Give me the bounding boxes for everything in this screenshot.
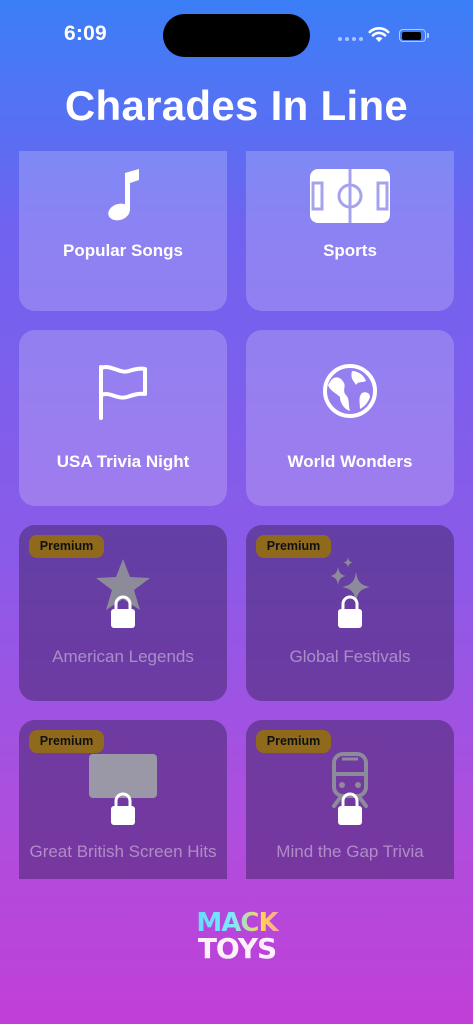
lock-icon [111, 792, 135, 825]
category-label: Mind the Gap Trivia [276, 842, 424, 861]
lock-icon [111, 595, 135, 628]
lock-icon [338, 595, 362, 628]
battery-icon [399, 29, 429, 42]
category-label: Sports [323, 241, 377, 260]
category-card-great-british-screen-hits[interactable]: Premium Great British Screen Hits [19, 720, 227, 879]
category-card-mind-the-gap-trivia[interactable]: Premium Mind the Gap Trivia [246, 720, 454, 879]
page-title: Charades In Line [64, 82, 409, 129]
category-label: Global Festivals [289, 647, 411, 666]
mack-toys-logo: MACK TOYS [186, 910, 288, 970]
flag-icon [19, 364, 227, 420]
dynamic-island [163, 14, 310, 57]
category-grid[interactable]: Popular Songs Sports USA Trivia Night Wo… [19, 151, 454, 879]
category-label: Popular Songs [63, 241, 183, 260]
music-note-icon [19, 167, 227, 223]
premium-badge: Premium [29, 535, 104, 558]
category-label: USA Trivia Night [56, 452, 190, 471]
category-card-sports[interactable]: Sports [246, 151, 454, 311]
premium-badge: Premium [256, 535, 331, 558]
brand-logo-line2: TOYS [197, 932, 277, 965]
lock-icon [338, 792, 362, 825]
globe-icon [246, 363, 454, 419]
status-time: 6:09 [64, 22, 107, 45]
cellular-signal-icon [338, 37, 363, 41]
category-card-popular-songs[interactable]: Popular Songs [19, 151, 227, 311]
category-label: American Legends [52, 647, 194, 666]
wifi-icon [368, 27, 390, 42]
category-card-american-legends[interactable]: Premium American Legends [19, 525, 227, 701]
category-card-usa-trivia-night[interactable]: USA Trivia Night [19, 330, 227, 506]
premium-badge: Premium [29, 730, 104, 753]
category-label: Great British Screen Hits [29, 842, 217, 861]
category-card-world-wonders[interactable]: World Wonders [246, 330, 454, 506]
status-bar: 6:09 [0, 0, 473, 72]
category-label: World Wonders [287, 452, 413, 471]
soccer-field-icon [246, 169, 454, 223]
category-card-global-festivals[interactable]: Premium Global Festivals [246, 525, 454, 701]
premium-badge: Premium [256, 730, 331, 753]
